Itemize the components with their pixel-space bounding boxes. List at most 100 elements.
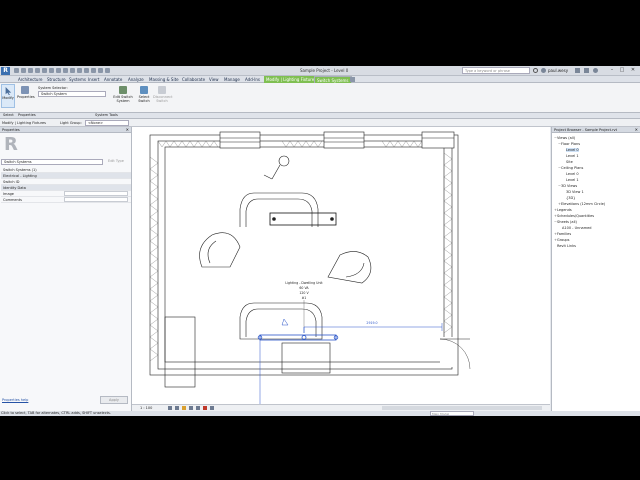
light-group-dropdown[interactable]: <None>: [85, 120, 129, 126]
fixture-watts: 60 VA: [299, 286, 309, 290]
tab-massing-site[interactable]: Massing & Site: [147, 76, 181, 83]
sofa[interactable]: [239, 302, 323, 340]
text-icon[interactable]: [70, 68, 75, 73]
print-icon[interactable]: [42, 68, 47, 73]
tree-item-revit-links[interactable]: Revit Links: [554, 243, 605, 249]
tab-systems[interactable]: Systems: [67, 76, 88, 83]
tab-manage[interactable]: Manage: [222, 76, 242, 83]
thin-lines-icon[interactable]: [91, 68, 96, 73]
properties-button[interactable]: Properties: [17, 84, 35, 108]
horizontal-scrollbar[interactable]: [382, 406, 542, 410]
app-logo-icon[interactable]: R: [1, 67, 10, 75]
project-browser-header: Project Browser - Sample Project.rvt: [552, 127, 640, 133]
tab-modify-lighting-fixtures[interactable]: Modify | Lighting Fixtures: [264, 76, 319, 83]
sun-path-icon[interactable]: [182, 406, 186, 410]
sofa[interactable]: [239, 192, 319, 227]
light-fixture[interactable]: [269, 212, 337, 226]
search-icon[interactable]: [533, 68, 538, 73]
tab-collaborate[interactable]: Collaborate: [180, 76, 207, 83]
switch-symbol[interactable]: [278, 155, 290, 167]
dimension-icon[interactable]: [56, 68, 61, 73]
disconnect-switch-button[interactable]: Disconnect Switch: [153, 84, 173, 108]
tag-icon[interactable]: [63, 68, 68, 73]
redo-icon[interactable]: [35, 68, 40, 73]
tab-insert[interactable]: Insert: [86, 76, 101, 83]
exchange-icon[interactable]: [584, 68, 589, 73]
edit-switch-system-button[interactable]: Edit Switch System: [112, 84, 134, 108]
armchair[interactable]: [199, 232, 241, 268]
reveal-hidden-icon[interactable]: [210, 406, 214, 410]
user-icon: [541, 68, 546, 73]
crop-view-icon[interactable]: [196, 406, 200, 410]
drawing-canvas[interactable]: Lighting - Dwelling Unit 60 VA 120 V #1 …: [132, 127, 550, 404]
close-icon[interactable]: ✕: [635, 127, 638, 132]
prop-comments: Comments: [1, 197, 131, 203]
user-name[interactable]: paul.wesy: [548, 68, 568, 73]
tab-analyze[interactable]: Analyze: [126, 76, 146, 83]
select-switch-button[interactable]: Select Switch: [136, 84, 152, 108]
apply-button[interactable]: Apply: [100, 396, 128, 404]
properties-icon: [21, 86, 29, 94]
section-icon[interactable]: [84, 68, 89, 73]
undo-icon[interactable]: [28, 68, 33, 73]
maximize-button[interactable]: □: [618, 67, 626, 74]
fixture-volts: 120 V: [299, 291, 309, 295]
open-icon[interactable]: [14, 68, 19, 73]
shadows-icon[interactable]: [189, 406, 193, 410]
edit-type-button[interactable]: Edit Type: [108, 159, 124, 163]
tab-annotate[interactable]: Annotate: [102, 76, 124, 83]
image-field[interactable]: [64, 191, 128, 196]
title-bar: R Sample Project - Level 0 Type a keywor…: [0, 66, 640, 76]
search-input[interactable]: Type a keyword or phrase: [462, 67, 530, 74]
status-bar: Click to select, TAB for alternates, CTR…: [0, 411, 640, 416]
minimize-button[interactable]: –: [608, 67, 616, 74]
fixture-label: Lighting - Dwelling Unit: [285, 281, 323, 285]
inner-wall[interactable]: [164, 146, 445, 363]
counter[interactable]: [164, 316, 196, 388]
close-icon[interactable]: ✕: [126, 127, 129, 132]
armchair[interactable]: [327, 251, 372, 284]
coffee-table[interactable]: [281, 342, 331, 374]
visual-style-icon[interactable]: [175, 406, 179, 410]
window[interactable]: [219, 131, 261, 149]
properties-palette: Properties ✕ R Switch Systems Edit Type …: [0, 127, 132, 411]
cart-icon[interactable]: [575, 68, 580, 73]
disconnect-switch-label: Disconnect Switch: [153, 95, 173, 103]
close-hidden-icon[interactable]: [98, 68, 103, 73]
3d-view-icon[interactable]: [77, 68, 82, 73]
properties-header: Properties: [0, 127, 131, 133]
active-model-dropdown[interactable]: Main Model: [430, 411, 474, 416]
dimension-value[interactable]: 2919.0: [366, 321, 377, 325]
options-bar: Modify | Lighting Fixtures Light Group: …: [0, 119, 640, 127]
measure-icon[interactable]: [49, 68, 54, 73]
help-icon[interactable]: [593, 68, 598, 73]
disconnect-switch-icon: [158, 86, 166, 94]
edit-switch-system-icon: [119, 86, 127, 94]
tab-architecture[interactable]: Architecture: [16, 76, 45, 83]
browser-tree: −Views (all) −Floor Plans Level 0 Level …: [554, 135, 605, 249]
window[interactable]: [421, 131, 455, 149]
minimize-ribbon-icon[interactable]: [350, 77, 355, 82]
tab-add-ins[interactable]: Add-Ins: [243, 76, 262, 83]
close-button[interactable]: ✕: [629, 67, 637, 74]
prop-image-label: Image: [3, 192, 14, 196]
revit-window: R Sample Project - Level 0 Type a keywor…: [0, 66, 640, 416]
options-bar-context: Modify | Lighting Fixtures: [2, 121, 46, 125]
detail-level-icon[interactable]: [168, 406, 172, 410]
modify-button[interactable]: Modify: [1, 84, 15, 108]
tab-switch-systems[interactable]: Switch Systems: [314, 76, 352, 83]
tab-structure[interactable]: Structure: [45, 76, 68, 83]
comments-field[interactable]: [64, 197, 128, 202]
temporary-hide-icon[interactable]: [203, 406, 207, 410]
floor-plan[interactable]: Lighting - Dwelling Unit 60 VA 120 V #1 …: [132, 127, 550, 404]
type-selector[interactable]: Switch Systems: [1, 159, 103, 165]
switch-windows-icon[interactable]: [105, 68, 110, 73]
window-title: Sample Project - Level 0: [300, 68, 349, 73]
panel-title-system-tools: System Tools: [95, 113, 118, 117]
panel-title-select[interactable]: Select: [3, 113, 14, 117]
save-icon[interactable]: [21, 68, 26, 73]
system-selector-dropdown[interactable]: Switch System: [38, 91, 106, 97]
tab-view[interactable]: View: [207, 76, 221, 83]
window[interactable]: [323, 131, 365, 149]
properties-help-link[interactable]: Properties help: [2, 398, 28, 402]
